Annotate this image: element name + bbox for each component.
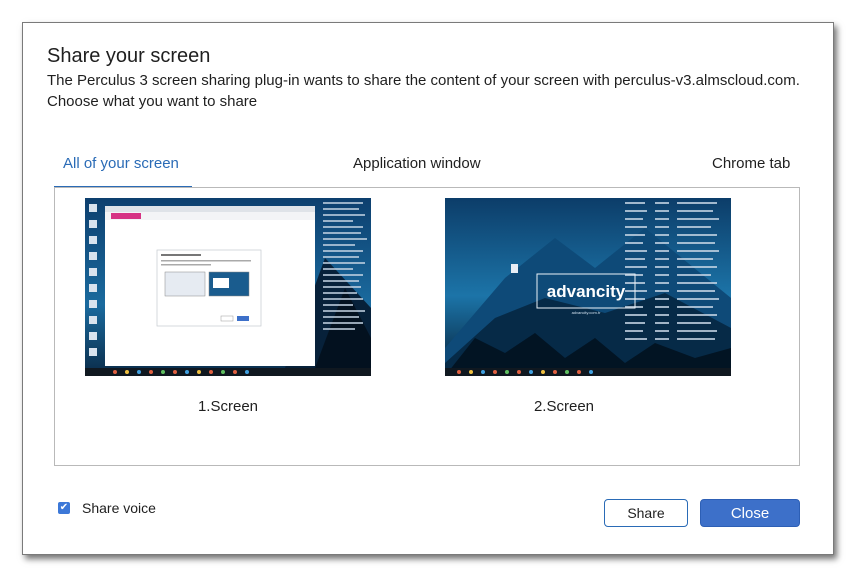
tab-all-of-your-screen[interactable]: All of your screen	[63, 155, 179, 172]
source-tabs: All of your screen Application window Ch…	[23, 151, 835, 191]
screen-2-label: 2.Screen	[533, 398, 595, 415]
message-line-2: Choose what you want to share	[47, 93, 258, 110]
advancity-logo-text: advancity	[547, 282, 626, 301]
share-voice-label: Share voice	[82, 500, 156, 516]
screen-2-preview-image: advancity advancity.com.tr	[445, 198, 731, 376]
checkbox-checked-icon[interactable]: ✔	[58, 502, 70, 514]
dialog-title: Share your screen	[47, 45, 211, 67]
screen-2-thumbnail[interactable]: advancity advancity.com.tr	[445, 198, 731, 376]
screen-1-label: 1.Screen	[197, 398, 259, 415]
screen-1-thumbnail[interactable]	[85, 198, 371, 376]
screen-1-preview-image	[85, 198, 371, 376]
share-screen-dialog: Share your screen The Perculus 3 screen …	[22, 22, 834, 555]
share-voice-checkbox[interactable]: ✔ Share voice	[58, 500, 156, 516]
close-button[interactable]: Close	[700, 499, 800, 527]
tab-chrome-tab[interactable]: Chrome tab	[712, 155, 790, 172]
share-button[interactable]: Share	[604, 499, 688, 527]
tab-application-window[interactable]: Application window	[353, 155, 481, 172]
dialog-message: The Perculus 3 screen sharing plug-in wa…	[47, 70, 827, 112]
screen-list-panel: 1.Screen advancity advancity.com.tr 2.Sc…	[54, 187, 800, 466]
message-line-1: The Perculus 3 screen sharing plug-in wa…	[47, 72, 800, 89]
advancity-logo-subtext: advancity.com.tr	[572, 310, 601, 315]
